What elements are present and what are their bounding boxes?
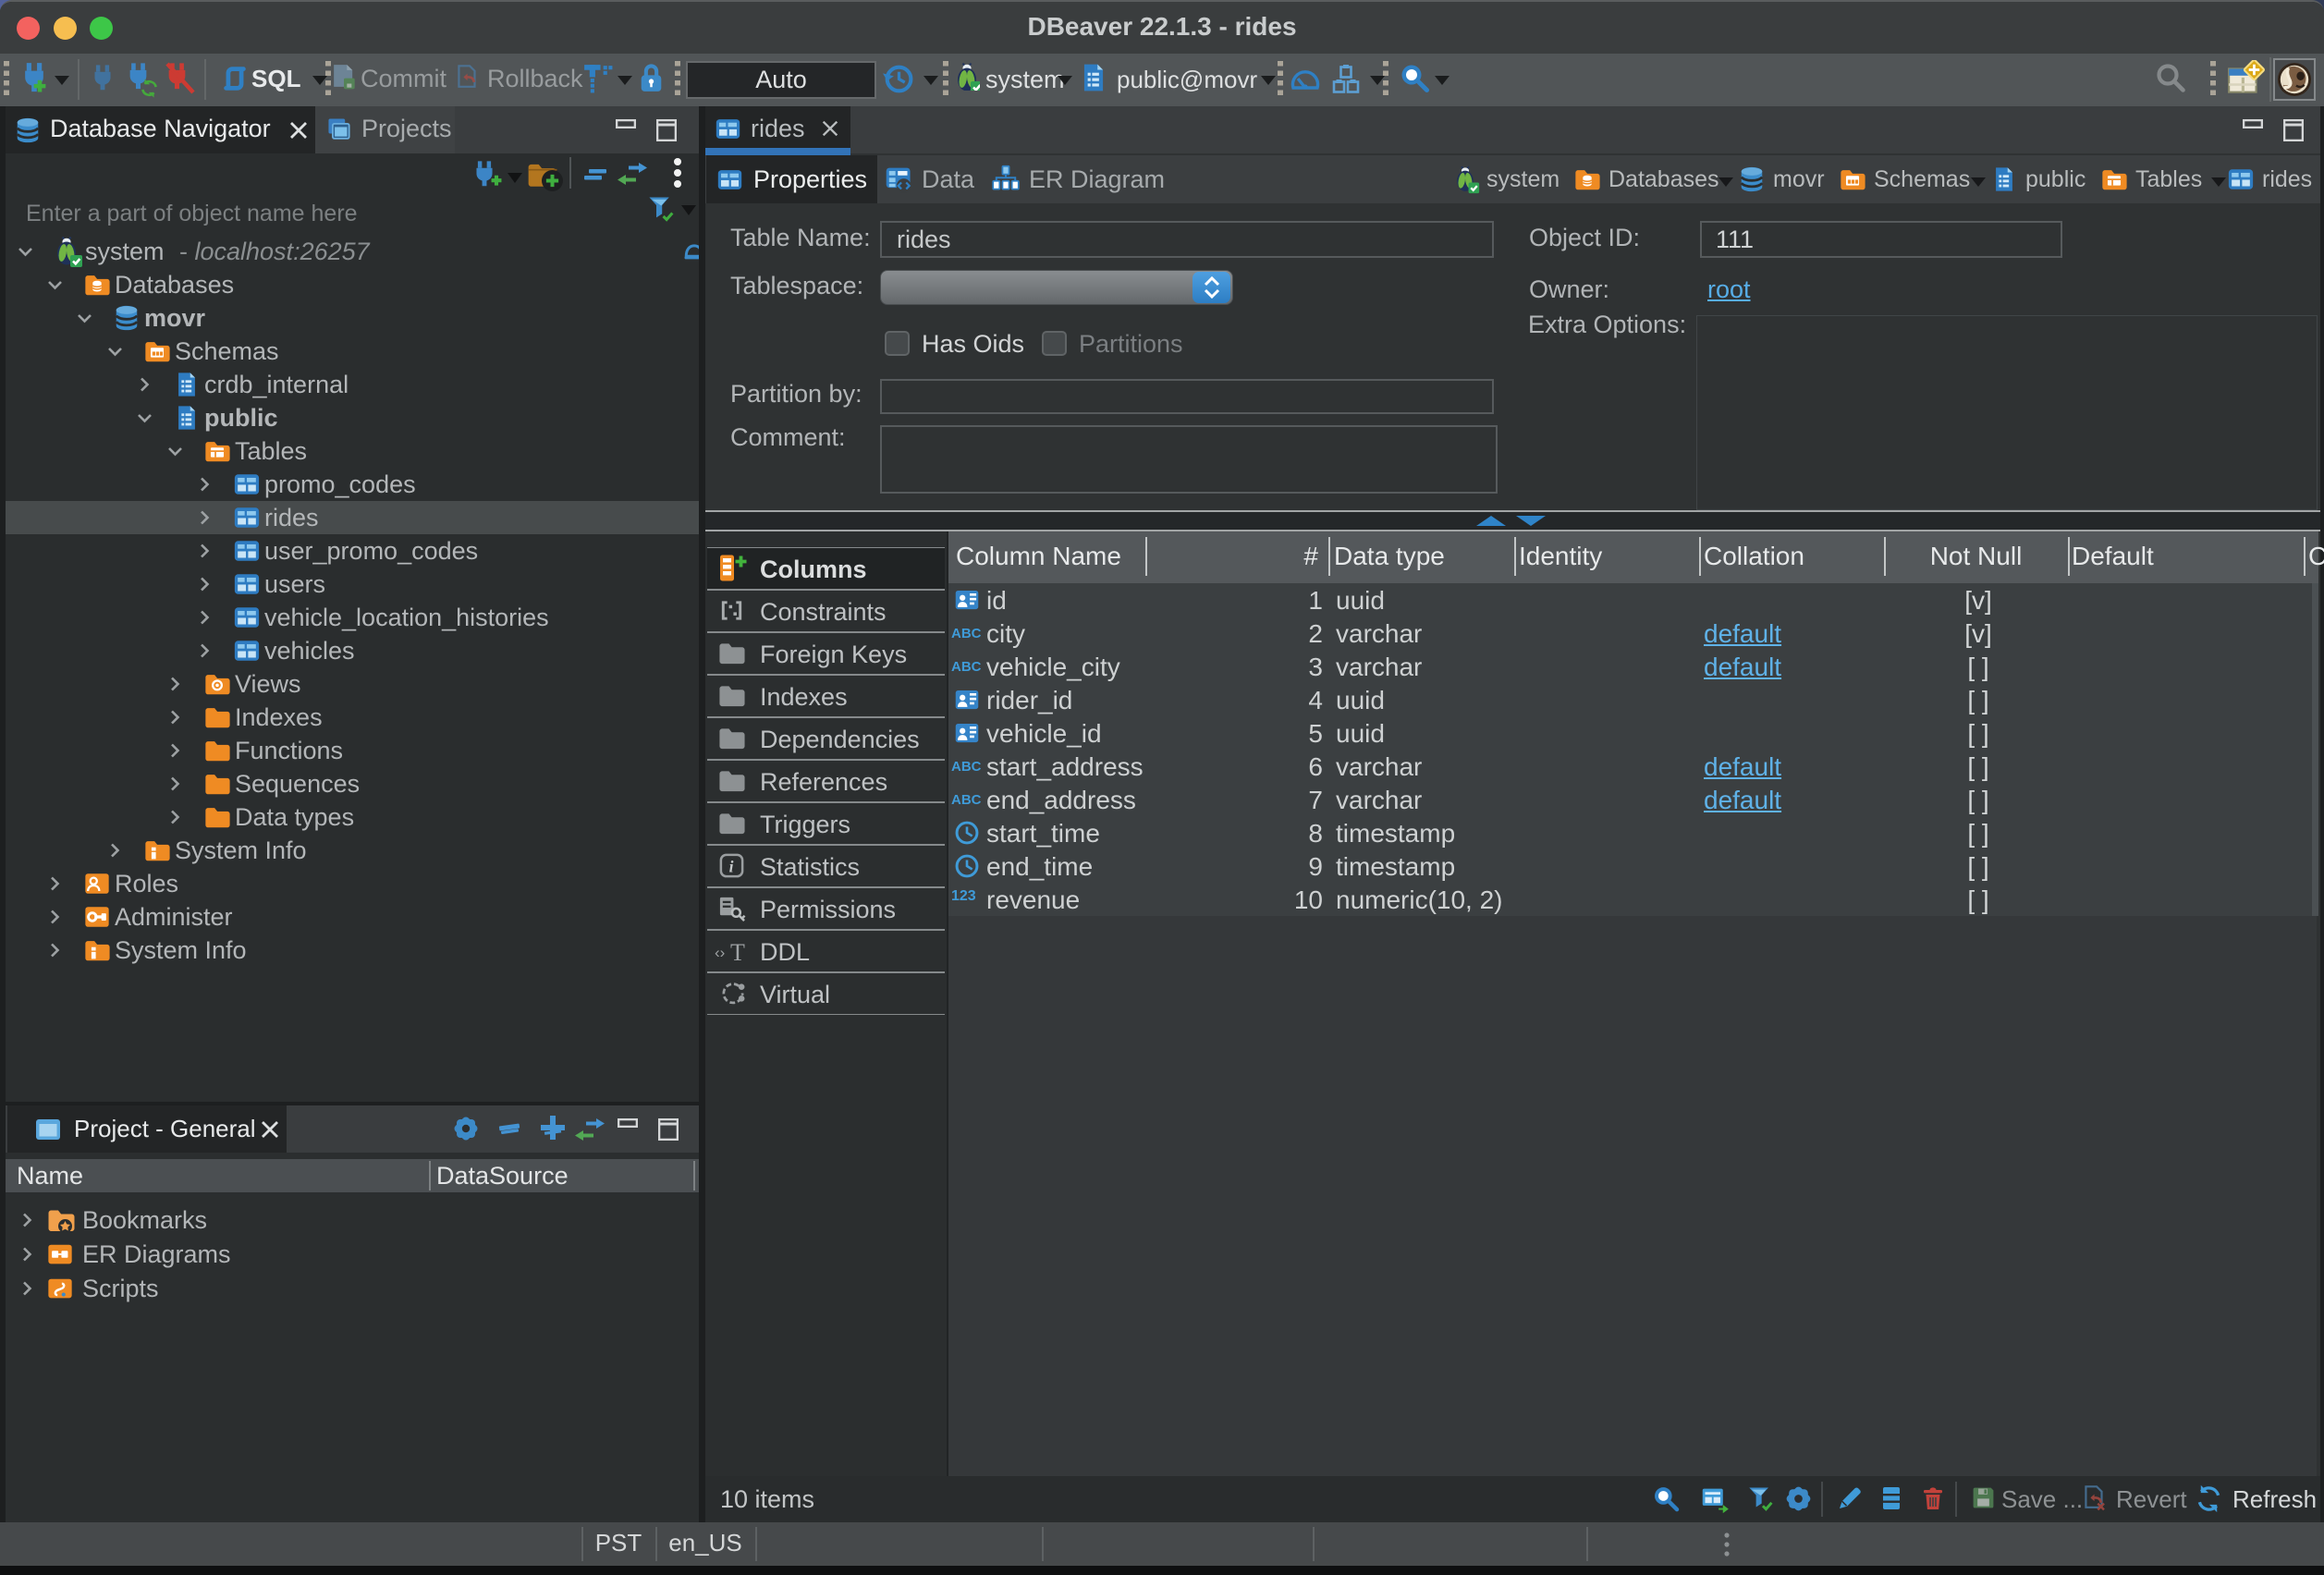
svg-text:T: T <box>730 939 745 966</box>
svg-text:‹›: ‹› <box>715 944 725 961</box>
